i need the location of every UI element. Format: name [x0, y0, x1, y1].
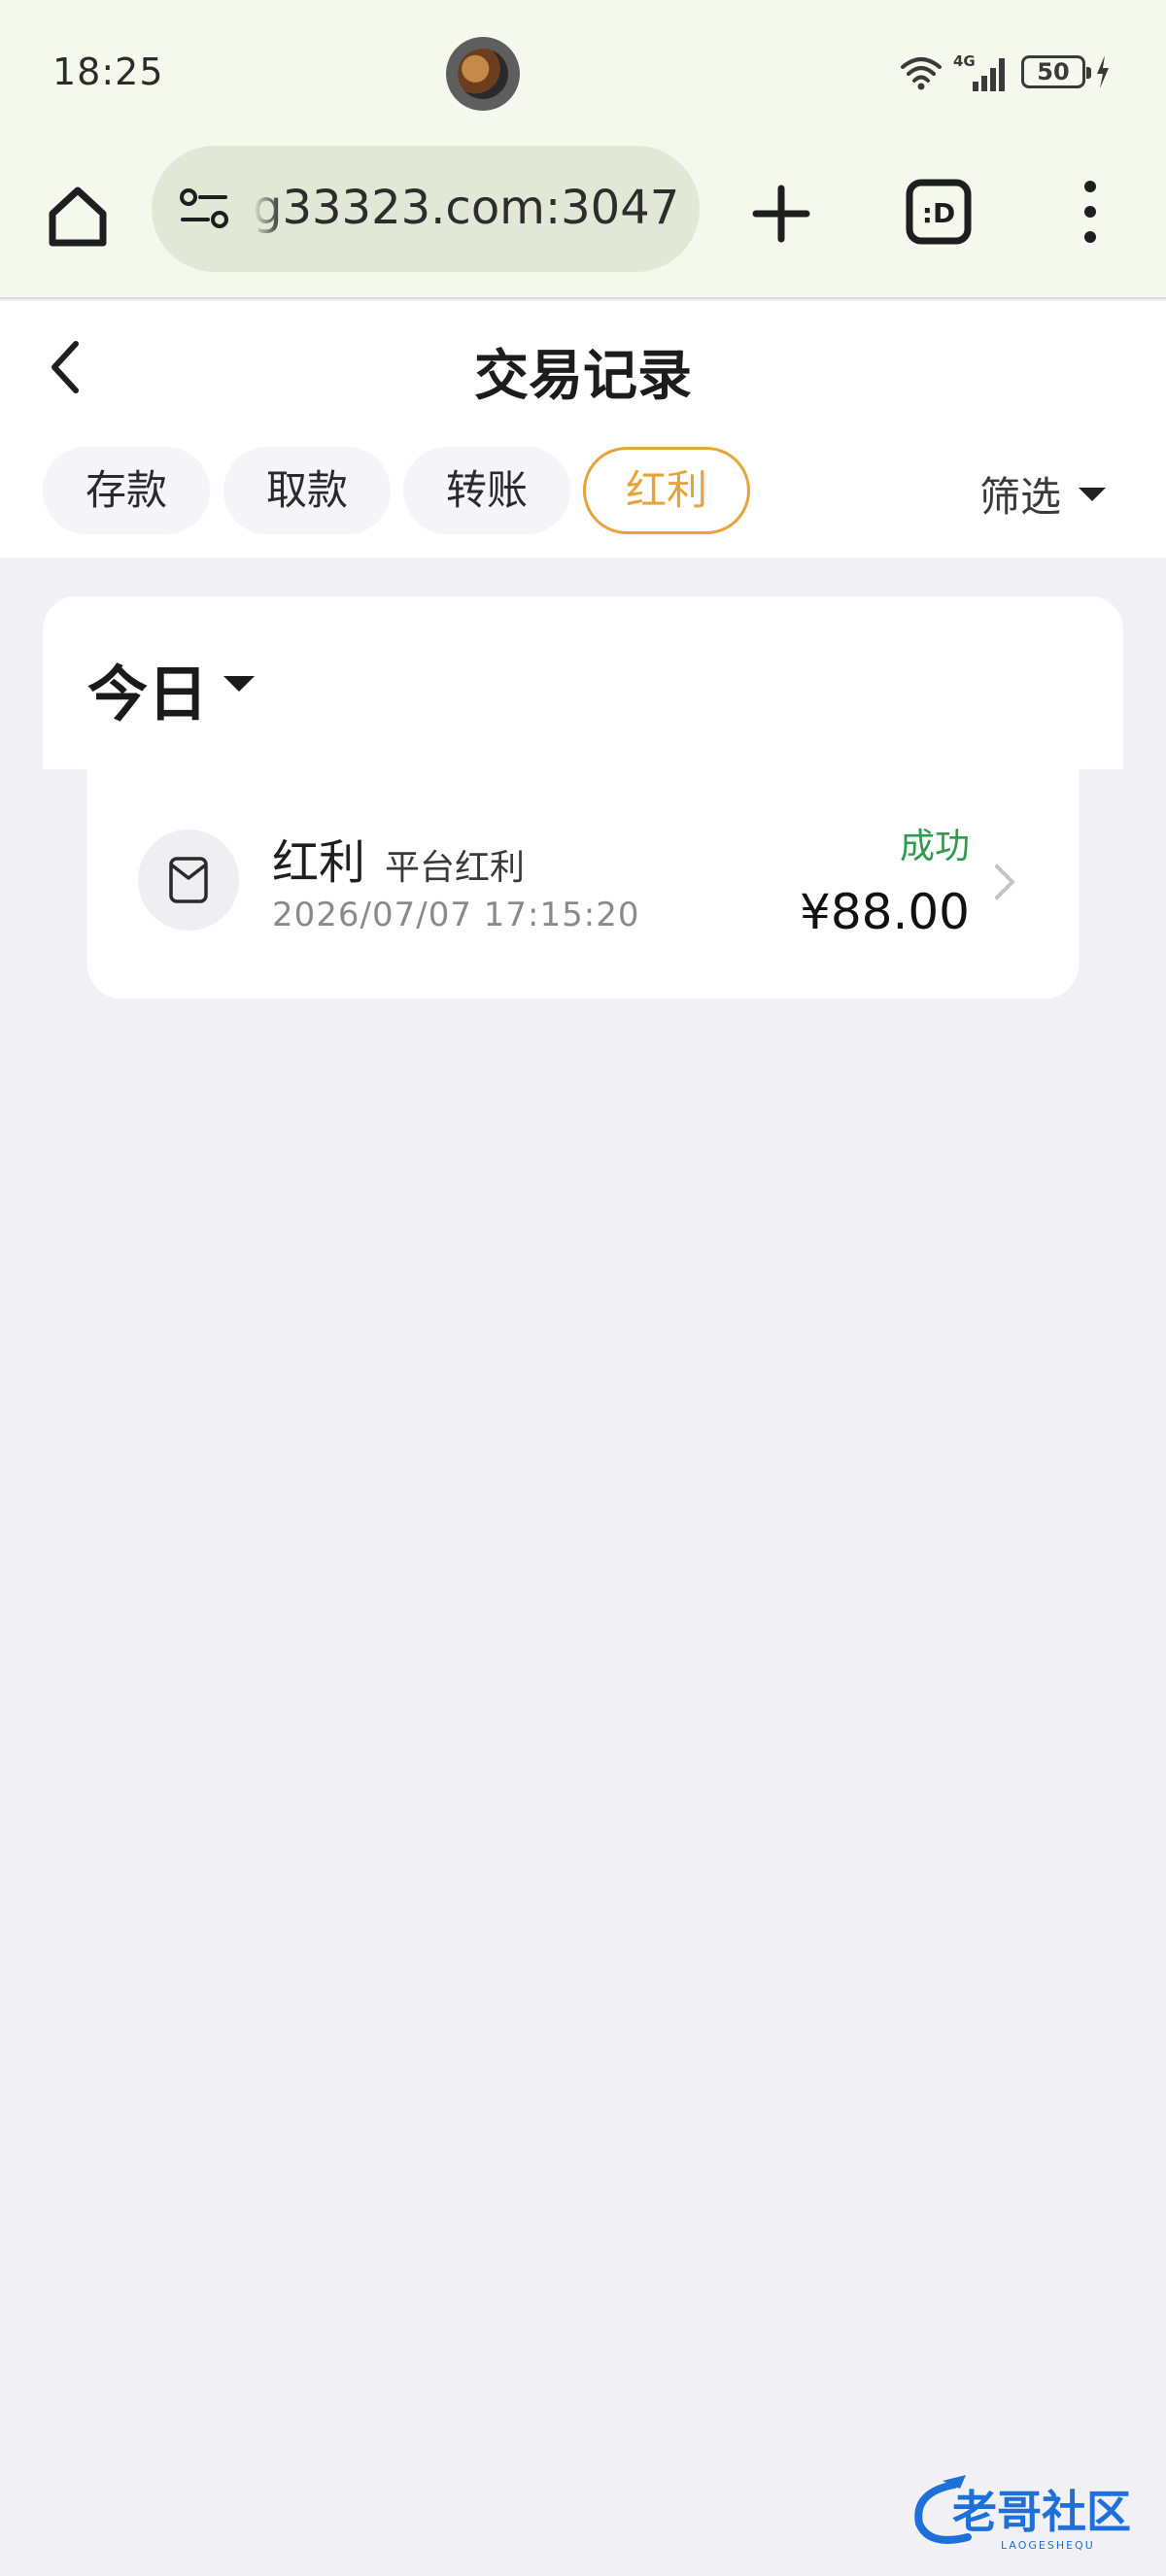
tab-withdraw[interactable]: 取款 [223, 447, 391, 534]
chevron-right-icon [995, 864, 1014, 899]
battery-icon: 50 [1021, 55, 1091, 88]
day-group-label: 今日 [87, 659, 209, 729]
watermark-logo: 老哥社区 LAOGESHEQU [914, 2475, 1131, 2552]
tab-bonus[interactable]: 红利 [583, 447, 750, 534]
address-bar[interactable]: g33323.com:30473 [152, 146, 700, 272]
bonus-icon [138, 830, 239, 931]
filter-label: 筛选 [979, 473, 1062, 521]
tab-switcher-icon[interactable]: :D [904, 177, 974, 247]
cellular-signal-icon: 4G [953, 52, 1005, 91]
caret-down-icon [223, 676, 255, 692]
charging-bolt-icon [1097, 55, 1109, 88]
url-text[interactable]: g33323.com:30473 [253, 181, 680, 235]
transaction-amount: ¥88.00 [800, 884, 970, 940]
transaction-subtype: 平台红利 [385, 848, 526, 888]
transaction-status: 成功 [899, 827, 970, 866]
browser-toolbar: g33323.com:30473 :D [0, 146, 1166, 299]
transaction-datetime: 2026/07/07 17:15:20 [272, 896, 640, 934]
status-bar: 18:25 4G 50 [0, 0, 1166, 146]
home-icon[interactable] [39, 177, 117, 254]
new-tab-icon[interactable] [744, 177, 818, 251]
site-settings-icon[interactable] [177, 186, 231, 231]
tab-transfer[interactable]: 转账 [403, 447, 570, 534]
transaction-type: 红利 [272, 835, 366, 890]
tab-deposit[interactable]: 存款 [43, 447, 210, 534]
svg-text:LAOGESHEQU: LAOGESHEQU [1001, 2539, 1095, 2552]
filter-button[interactable]: 筛选 [979, 464, 1107, 524]
wifi-icon [901, 57, 942, 90]
transaction-row[interactable]: 红利 平台红利 2026/07/07 17:15:20 成功 ¥88.00 [87, 769, 1079, 999]
page-header: 交易记录 存款 取款 转账 红利 筛选 [0, 301, 1166, 558]
more-menu-icon[interactable] [1065, 175, 1115, 249]
dropdown-triangle-icon [1079, 487, 1107, 501]
status-time: 18:25 [52, 51, 164, 93]
status-icons: 4G 50 [899, 51, 1111, 93]
day-group-header[interactable]: 今日 [43, 596, 1123, 769]
notification-avatar-icon [446, 37, 520, 111]
svg-text::D: :D [922, 197, 955, 229]
page-title: 交易记录 [474, 345, 692, 408]
svg-text:4G: 4G [953, 52, 976, 70]
svg-text:老哥社区: 老哥社区 [952, 2486, 1131, 2538]
